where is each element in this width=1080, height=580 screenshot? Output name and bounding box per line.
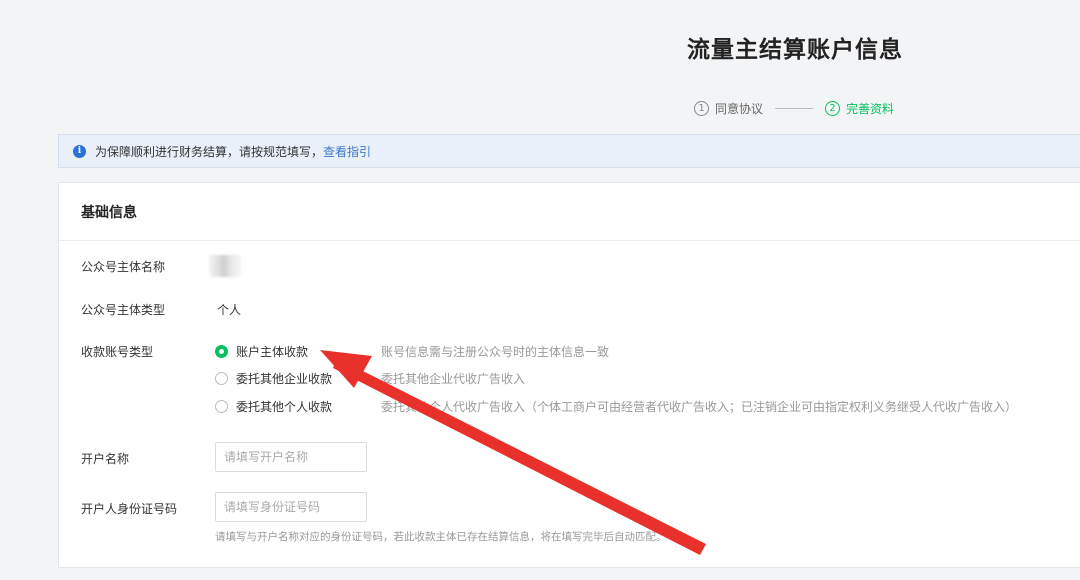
account-name-label: 开户名称 [81,452,130,466]
notice-bar: i 为保障顺利进行财务结算，请按规范填写， 查看指引 [58,134,1080,168]
id-number-label: 开户人身份证号码 [81,502,178,516]
divider [59,240,1080,241]
id-hint: 请填写与开户名称对应的身份证号码，若此收款主体已存在结算信息，将在填写完毕后自动… [215,531,667,543]
radio-unchecked[interactable] [215,372,228,385]
basic-info-card: 基础信息 公众号主体名称 公众号主体类型 个人 收款账号类型 账户主体收款 账号… [58,182,1080,568]
view-guide-link[interactable]: 查看指引 [323,143,371,160]
account-type-label: 收款账号类型 [81,345,154,359]
step-indicator: 1 同意协议 2 完善资料 [694,99,894,117]
radio-option-account-subject[interactable]: 账户主体收款 [215,343,308,360]
radio-label[interactable]: 委托其他企业收款 [236,370,332,387]
id-number-input[interactable] [215,492,367,522]
radio-desc: 委托其他个人代收广告收入（个体工商户可由经营者代收广告收入；已注销企业可由指定权… [381,400,1018,414]
account-name-input[interactable] [215,442,367,472]
page-title: 流量主结算账户信息 [687,37,903,63]
step-label: 同意协议 [715,101,764,116]
step-number: 2 [825,100,841,116]
radio-label[interactable]: 委托其他个人收款 [236,398,332,415]
step-agree: 1 同意协议 [694,100,763,117]
step-divider [775,107,814,109]
subject-name-label: 公众号主体名称 [81,260,166,274]
info-icon: i [73,144,86,158]
subject-type-value: 个人 [217,303,242,317]
radio-option-other-person[interactable]: 委托其他个人收款 [215,398,332,415]
radio-desc: 账号信息需与注册公众号时的主体信息一致 [381,345,610,359]
radio-desc: 委托其他企业代收广告收入 [381,372,526,386]
redacted-subject-name [209,255,241,277]
step-number: 1 [694,100,709,116]
step-complete-info: 2 完善资料 [825,100,894,117]
radio-unchecked[interactable] [215,400,228,413]
section-title: 基础信息 [81,205,137,221]
radio-checked[interactable] [215,345,228,358]
notice-text: 为保障顺利进行财务结算，请按规范填写， [95,144,324,159]
radio-label[interactable]: 账户主体收款 [236,343,308,360]
subject-type-label: 公众号主体类型 [81,303,166,317]
step-label: 完善资料 [846,101,895,116]
radio-option-other-company[interactable]: 委托其他企业收款 [215,370,332,387]
